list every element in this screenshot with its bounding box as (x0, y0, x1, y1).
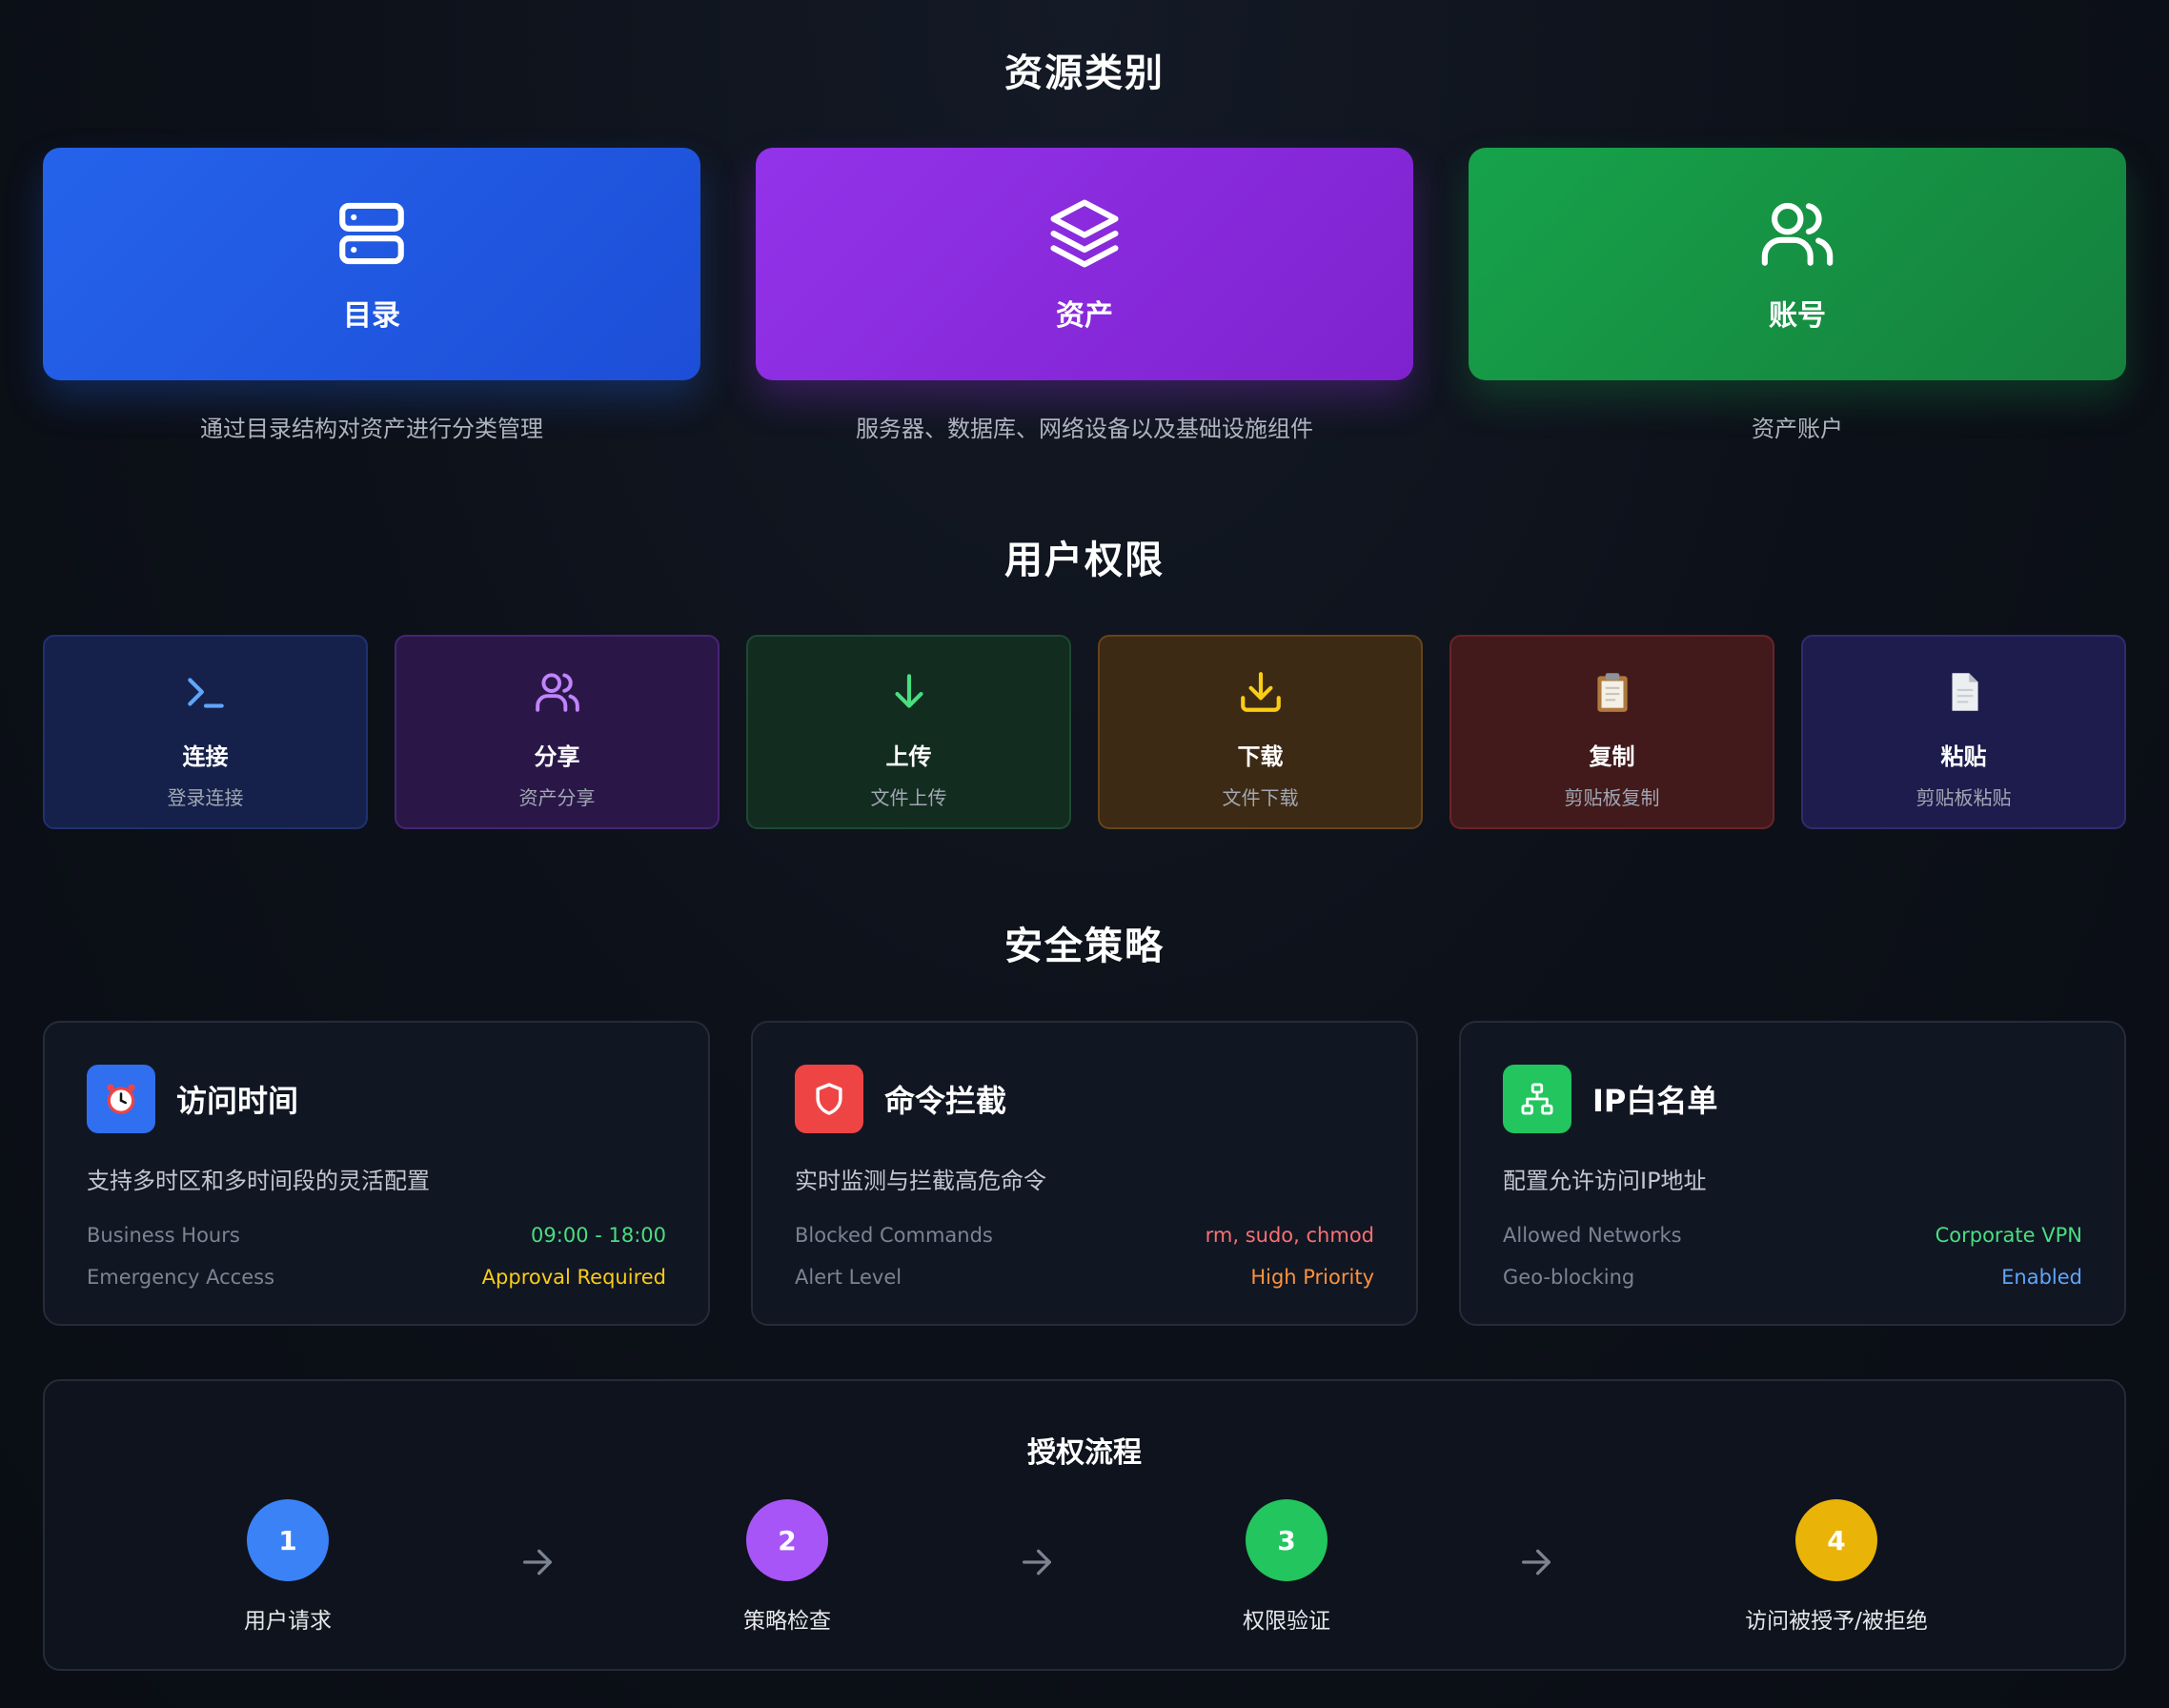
flow-title: 授权流程 (1027, 1436, 1142, 1470)
arrow-right-icon (523, 1549, 552, 1576)
authorization-flow-panel: 授权流程 1 用户请求 2 策略检查 3 权限验证 4 访问被授予/被拒绝 (43, 1379, 2126, 1671)
policy-desc: 配置允许访问IP地址 (1503, 1168, 1707, 1194)
clipboard-icon (1596, 673, 1628, 712)
section-title-permissions: 用户权限 (1004, 539, 1165, 582)
permission-subtitle: 文件下载 (1222, 786, 1299, 809)
resource-card-directory[interactable]: 目录 (43, 148, 700, 380)
policy-desc: 实时监测与拦截高危命令 (795, 1168, 1046, 1194)
section-title-security: 安全策略 (1004, 925, 1165, 968)
resource-label: 资产 (1056, 299, 1113, 333)
flow-step-label: 用户请求 (244, 1609, 332, 1634)
policy-row: Geo-blocking Enabled (1503, 1266, 2082, 1289)
flow-step-number: 1 (247, 1499, 329, 1581)
policy-row-value: Approval Required (481, 1266, 666, 1289)
resource-card-account[interactable]: 账号 (1469, 148, 2126, 380)
download-icon (1240, 672, 1281, 712)
permission-subtitle: 文件上传 (870, 786, 947, 809)
flow-step-4: 4 访问被授予/被拒绝 (1713, 1499, 1960, 1635)
flow-step-number: 3 (1246, 1499, 1328, 1581)
policy-icon-badge (795, 1065, 863, 1133)
permission-subtitle: 登录连接 (167, 786, 244, 809)
policy-row-value: 09:00 - 18:00 (531, 1224, 666, 1247)
network-icon (1521, 1083, 1553, 1115)
flow-step-1: 1 用户请求 (164, 1499, 412, 1635)
resource-desc-directory: 通过目录结构对资产进行分类管理 (200, 416, 543, 442)
permission-title: 复制 (1589, 743, 1635, 770)
resource-label: 目录 (343, 299, 400, 333)
page: 资源类别 目录 通过目录结构对资产进行分类管理 资产 服务器、数据库、网络设备以… (0, 0, 2169, 1708)
document-icon (1952, 673, 1978, 711)
terminal-icon (187, 678, 224, 708)
permission-card-copy[interactable]: 复制 剪贴板复制 (1449, 635, 1774, 829)
arrow-down-icon (894, 674, 923, 708)
layers-icon (1050, 199, 1119, 268)
policy-row-key: Blocked Commands (795, 1224, 993, 1247)
permission-card-connect[interactable]: 连接 登录连接 (43, 635, 368, 829)
permission-title: 下载 (1237, 743, 1284, 770)
permission-subtitle: 剪贴板粘贴 (1916, 786, 2012, 809)
policy-card-ip-whitelist[interactable]: IP白名单 配置允许访问IP地址 Allowed Networks Corpor… (1459, 1021, 2126, 1326)
policy-card-command-block[interactable]: 命令拦截 实时监测与拦截高危命令 Blocked Commands rm, su… (751, 1021, 1418, 1326)
policy-row-value: High Priority (1250, 1266, 1374, 1289)
policy-row-value: Corporate VPN (1935, 1224, 2082, 1247)
policy-row-key: Alert Level (795, 1266, 902, 1289)
flow-step-label: 权限验证 (1243, 1609, 1330, 1634)
arrow-right-icon (1522, 1549, 1551, 1576)
permission-title: 上传 (885, 743, 932, 770)
policy-title: 访问时间 (176, 1083, 299, 1119)
resource-desc-asset: 服务器、数据库、网络设备以及基础设施组件 (856, 416, 1313, 442)
policy-desc: 支持多时区和多时间段的灵活配置 (87, 1168, 430, 1194)
policy-row-key: Business Hours (87, 1224, 240, 1247)
flow-step-number: 2 (746, 1499, 828, 1581)
permission-card-upload[interactable]: 上传 文件上传 (746, 635, 1071, 829)
flow-step-number: 4 (1795, 1499, 1877, 1581)
users-icon (1761, 202, 1834, 266)
flow-step-label: 策略检查 (743, 1609, 831, 1634)
policy-row: Allowed Networks Corporate VPN (1503, 1224, 2082, 1247)
resource-card-asset[interactable]: 资产 (756, 148, 1413, 380)
permission-card-share[interactable]: 分享 资产分享 (395, 635, 720, 829)
permission-subtitle: 剪贴板复制 (1564, 786, 1660, 809)
resource-desc-account: 资产账户 (1752, 416, 1843, 442)
shield-icon (816, 1083, 842, 1115)
flow-step-3: 3 权限验证 (1163, 1499, 1410, 1635)
policy-title: 命令拦截 (884, 1083, 1007, 1119)
permission-card-download[interactable]: 下载 文件下载 (1098, 635, 1423, 829)
policy-row: Business Hours 09:00 - 18:00 (87, 1224, 666, 1247)
policy-row-key: Geo-blocking (1503, 1266, 1635, 1289)
permission-title: 连接 (182, 743, 229, 770)
policy-row: Alert Level High Priority (795, 1266, 1374, 1289)
policy-row-key: Emergency Access (87, 1266, 275, 1289)
flow-step-2: 2 策略检查 (663, 1499, 911, 1635)
permission-title: 粘贴 (1940, 743, 1987, 770)
policy-row: Emergency Access Approval Required (87, 1266, 666, 1289)
permission-title: 分享 (534, 743, 580, 770)
alarm-clock-icon (107, 1084, 135, 1114)
policy-row: Blocked Commands rm, sudo, chmod (795, 1224, 1374, 1247)
resource-label: 账号 (1769, 299, 1826, 333)
users-icon (535, 673, 579, 712)
policy-card-access-time[interactable]: 访问时间 支持多时区和多时间段的灵活配置 Business Hours 09:0… (43, 1021, 710, 1326)
policy-icon-badge (1503, 1065, 1571, 1133)
permission-card-paste[interactable]: 粘贴 剪贴板粘贴 (1801, 635, 2126, 829)
policy-row-key: Allowed Networks (1503, 1224, 1682, 1247)
section-title-resources: 资源类别 (1004, 51, 1165, 95)
policy-icon-badge (87, 1065, 155, 1133)
server-stack-icon (339, 202, 404, 265)
policy-row-value: rm, sudo, chmod (1205, 1224, 1374, 1247)
arrow-right-icon (1023, 1549, 1051, 1576)
policy-title: IP白名单 (1592, 1083, 1718, 1119)
permission-subtitle: 资产分享 (518, 786, 596, 809)
flow-step-label: 访问被授予/被拒绝 (1745, 1609, 1928, 1634)
policy-row-value: Enabled (2001, 1266, 2082, 1289)
